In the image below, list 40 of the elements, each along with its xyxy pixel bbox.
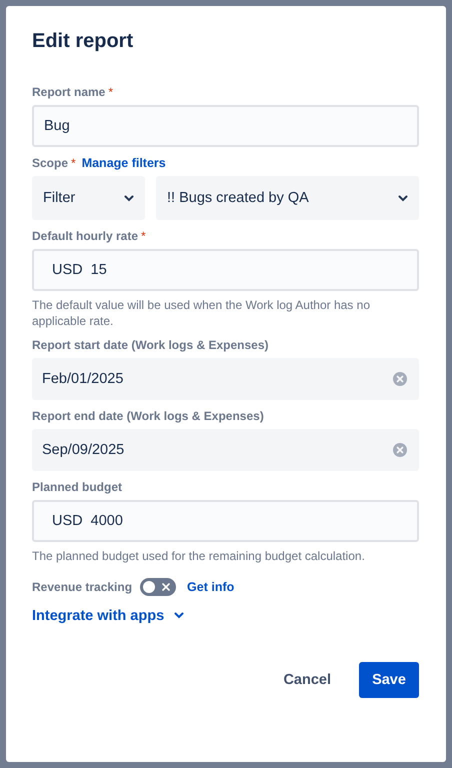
chevron-down-icon [398, 194, 408, 202]
amount-field[interactable]: USD 4000 [32, 500, 419, 542]
required-mark: * [71, 156, 76, 170]
clear-icon[interactable] [393, 372, 407, 386]
amount-field[interactable]: USD 15 [32, 249, 419, 291]
date-value: Feb/01/2025 [42, 371, 124, 388]
date-value: Sep/09/2025 [42, 442, 124, 458]
manage-filters-link[interactable]: Manage filters [82, 156, 166, 170]
cancel-button[interactable]: Cancel [271, 662, 343, 698]
chevron-down-icon [174, 612, 184, 620]
required-mark: * [141, 229, 146, 243]
field-label: Scope [32, 156, 68, 170]
date-field[interactable]: Feb/01/2025 [32, 358, 419, 400]
field-label: Report start date (Work logs & Expenses) [32, 338, 268, 352]
text-field[interactable]: Bug [32, 105, 419, 147]
field-label: Report name [32, 85, 106, 99]
get-info-link[interactable]: Get info [187, 580, 234, 594]
chevron-down-icon [124, 194, 134, 202]
field-label: Report end date (Work logs & Expenses) [32, 409, 264, 424]
select-value: Filter [43, 190, 76, 206]
date-field[interactable]: Sep/09/2025 [32, 429, 419, 472]
save-button[interactable]: Save [359, 662, 419, 698]
field-label: Planned budget [32, 480, 122, 494]
select-field[interactable]: Filter [32, 176, 145, 220]
toggle-label: Revenue tracking [32, 580, 132, 594]
help-text: The planned budget used for the remaining budget calculation. [32, 548, 366, 565]
required-mark: * [108, 85, 114, 99]
help-text: The default value will be used when the Work log Author has no applicable rate. [32, 297, 371, 330]
toggle-switch[interactable] [140, 578, 176, 596]
currency-label: USD [52, 513, 83, 530]
select-field[interactable]: !! Bugs created by QA [156, 176, 419, 220]
amount-value: 4000 [90, 513, 123, 530]
select-value: !! Bugs created by QA [167, 190, 309, 206]
close-icon [162, 582, 170, 591]
currency-label: USD [52, 262, 83, 278]
dialog-title: Edit report [32, 30, 134, 53]
clear-icon[interactable] [393, 443, 407, 458]
amount-value: 15 [90, 262, 107, 278]
field-label: Default hourly rate [32, 229, 138, 243]
integrate-apps-button[interactable]: Integrate with apps [32, 608, 184, 624]
